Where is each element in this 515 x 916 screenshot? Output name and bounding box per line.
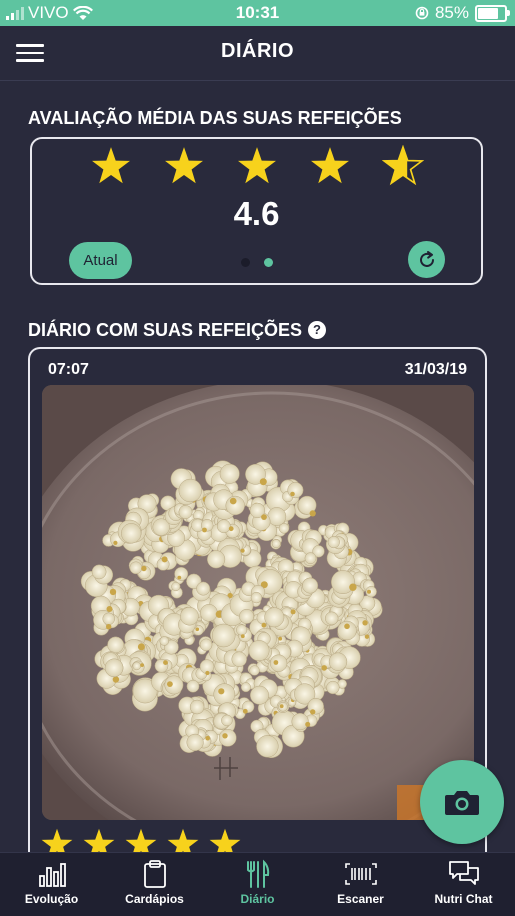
- clipboard-icon: [143, 860, 166, 888]
- rotation-lock-icon: [415, 6, 429, 20]
- help-icon[interactable]: ?: [308, 321, 327, 339]
- nav-bar: DIÁRIO: [0, 26, 515, 81]
- camera-button[interactable]: [420, 760, 504, 844]
- page-indicator[interactable]: [241, 258, 273, 267]
- average-rating-card: 4.6 Atual: [30, 137, 483, 285]
- tab-label-escaner: Escaner: [337, 892, 384, 906]
- battery-icon: [475, 4, 510, 22]
- barcode-scanner-icon: [344, 863, 377, 885]
- popcorn-image: [42, 385, 474, 820]
- refresh-icon: [419, 250, 434, 267]
- bar-chart-icon: [38, 863, 66, 887]
- current-button[interactable]: Atual: [69, 242, 132, 279]
- diary-section-label: DIÁRIO COM SUAS REFEIÇÕES: [28, 320, 303, 340]
- star-half-icon: [382, 145, 424, 186]
- tab-label-nutri-chat: Nutri Chat: [434, 892, 493, 906]
- star-full-icon: [311, 147, 349, 184]
- meal-entry-card[interactable]: 07:07 31/03/19: [28, 347, 487, 867]
- entry-date: 31/03/19: [404, 361, 467, 378]
- page-dot[interactable]: [264, 258, 273, 267]
- meal-photo[interactable]: [42, 385, 474, 820]
- battery-percent: 85%: [434, 3, 469, 22]
- star-full-icon: [165, 147, 203, 184]
- refresh-button[interactable]: [408, 241, 445, 278]
- average-rating-value: 4.6: [233, 195, 280, 232]
- diary-section-title: DIÁRIO COM SUAS REFEIÇÕES?: [28, 320, 327, 341]
- tab-escaner[interactable]: Escaner: [309, 859, 412, 906]
- cutlery-icon: [246, 859, 269, 888]
- star-full-icon: [92, 147, 130, 184]
- page-title: DIÁRIO: [221, 40, 294, 62]
- tab-bar: Evolução Cardápios Diário Escaner Nutri …: [0, 852, 515, 916]
- tab-diario[interactable]: Diário: [206, 859, 309, 906]
- entry-time: 07:07: [48, 361, 89, 378]
- status-bar: VIVO 10:31 85%: [0, 0, 515, 26]
- star-full-icon: [238, 147, 276, 184]
- tab-label-diario: Diário: [240, 892, 275, 906]
- tab-label-cardapios: Cardápios: [125, 892, 184, 906]
- tab-evolucao[interactable]: Evolução: [0, 859, 103, 906]
- status-right: 85%: [415, 3, 510, 23]
- tab-label-evolucao: Evolução: [24, 892, 79, 906]
- tab-nutri-chat[interactable]: Nutri Chat: [412, 859, 515, 906]
- tab-cardapios[interactable]: Cardápios: [103, 859, 206, 906]
- rating-section-title: AVALIAÇÃO MÉDIA DAS SUAS REFEIÇÕES: [28, 108, 402, 128]
- camera-icon: [445, 791, 479, 815]
- chat-icon: [448, 861, 479, 885]
- page-dot[interactable]: [241, 258, 250, 267]
